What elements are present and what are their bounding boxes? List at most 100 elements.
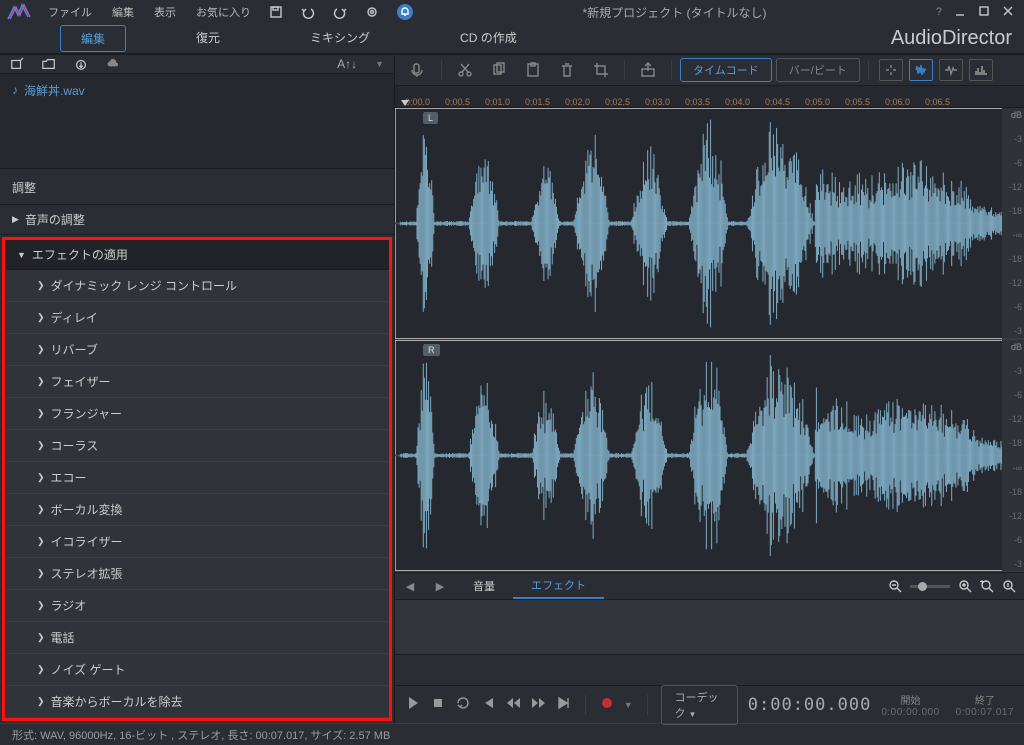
timeline-ruler[interactable]: 0:00.00:00.50:01.00:01.50:02.00:02.50:03… bbox=[395, 86, 1024, 108]
effect-item-12[interactable]: ❯ノイズ ゲート bbox=[5, 654, 389, 686]
effect-item-3[interactable]: ❯フェイザー bbox=[5, 366, 389, 398]
zoom-in-icon[interactable] bbox=[958, 579, 972, 593]
marker-tool-icon[interactable] bbox=[879, 59, 903, 81]
ruler-tick: 0:00.0 bbox=[405, 97, 445, 107]
ruler-tick: 0:06.5 bbox=[925, 97, 965, 107]
lane-effect[interactable]: エフェクト bbox=[513, 573, 604, 599]
effect-item-9[interactable]: ❯ステレオ拡張 bbox=[5, 558, 389, 590]
zoom-slider[interactable] bbox=[910, 585, 950, 588]
toggle-barbeat[interactable]: バー/ビート bbox=[776, 58, 860, 82]
section-effects-apply[interactable]: ▼ エフェクトの適用 bbox=[5, 240, 389, 270]
spectral-view-icon[interactable] bbox=[969, 59, 993, 81]
ruler-tick: 0:01.0 bbox=[485, 97, 525, 107]
help-icon[interactable]: ? bbox=[936, 6, 942, 18]
expand-icon: ❯ bbox=[37, 696, 45, 707]
toggle-timecode[interactable]: タイムコード bbox=[680, 58, 772, 82]
expand-icon: ❯ bbox=[37, 280, 45, 291]
waveform-display[interactable]: L dB-3-6-12-18-∞-18-12-6-3 R dB-3-6-12-1… bbox=[395, 108, 1024, 572]
expand-icon: ❯ bbox=[37, 376, 45, 387]
ruler-tick: 0:02.5 bbox=[605, 97, 645, 107]
effect-lane[interactable] bbox=[395, 600, 1024, 655]
go-end-icon[interactable] bbox=[557, 696, 571, 713]
maximize-icon[interactable] bbox=[978, 5, 990, 20]
track-scrollbar[interactable] bbox=[395, 655, 1024, 685]
crop-icon[interactable] bbox=[586, 56, 616, 84]
import-file-icon[interactable] bbox=[10, 57, 24, 71]
range-start-label: 開始 bbox=[881, 692, 939, 707]
minimize-icon[interactable] bbox=[954, 5, 966, 20]
effect-item-6[interactable]: ❯エコー bbox=[5, 462, 389, 494]
record-tool-icon[interactable] bbox=[403, 56, 433, 84]
codec-selector[interactable]: コーデック ▼ bbox=[661, 685, 737, 725]
effect-item-5[interactable]: ❯コーラス bbox=[5, 430, 389, 462]
zoom-v-in-icon[interactable] bbox=[1002, 579, 1016, 593]
effect-item-1[interactable]: ❯ディレイ bbox=[5, 302, 389, 334]
tab-cd[interactable]: CD の作成 bbox=[440, 25, 537, 52]
effect-item-8[interactable]: ❯イコライザー bbox=[5, 526, 389, 558]
loop-icon[interactable] bbox=[455, 695, 471, 714]
pulse-view-icon[interactable] bbox=[939, 59, 963, 81]
zoom-out-icon[interactable] bbox=[888, 579, 902, 593]
import-folder-icon[interactable] bbox=[42, 57, 56, 71]
section-voice-adjust[interactable]: ▶ 音声の調整 bbox=[0, 205, 394, 235]
effect-item-0[interactable]: ❯ダイナミック レンジ コントロール bbox=[5, 270, 389, 302]
record-icon[interactable] bbox=[600, 696, 614, 713]
delete-icon[interactable] bbox=[552, 56, 582, 84]
playhead-icon[interactable] bbox=[401, 100, 409, 106]
expand-icon: ❯ bbox=[37, 600, 45, 611]
ruler-tick: 0:02.0 bbox=[565, 97, 605, 107]
cut-icon[interactable] bbox=[450, 56, 480, 84]
time-display: 0:00:00.000 bbox=[748, 695, 872, 715]
zoom-v-out-icon[interactable] bbox=[980, 579, 994, 593]
adjust-panel-header: 調整 bbox=[0, 169, 394, 205]
go-start-icon[interactable] bbox=[481, 696, 495, 713]
close-icon[interactable] bbox=[1002, 5, 1014, 20]
effect-item-4[interactable]: ❯フランジャー bbox=[5, 398, 389, 430]
expand-icon: ❯ bbox=[37, 440, 45, 451]
ruler-tick: 0:04.0 bbox=[725, 97, 765, 107]
effect-item-13[interactable]: ❯音楽からボーカルを除去 bbox=[5, 686, 389, 718]
effect-item-11[interactable]: ❯電話 bbox=[5, 622, 389, 654]
expand-icon: ❯ bbox=[37, 632, 45, 643]
copy-icon[interactable] bbox=[484, 56, 514, 84]
expand-icon: ▶ bbox=[12, 214, 19, 225]
menu-edit[interactable]: 編集 bbox=[112, 4, 134, 20]
forward-icon[interactable] bbox=[531, 696, 547, 713]
stop-icon[interactable] bbox=[431, 696, 445, 713]
effect-item-10[interactable]: ❯ラジオ bbox=[5, 590, 389, 622]
menu-favorites[interactable]: お気に入り bbox=[196, 4, 251, 20]
tab-restore[interactable]: 復元 bbox=[176, 25, 240, 52]
notification-icon[interactable] bbox=[397, 4, 413, 20]
lane-next-icon[interactable]: ▶ bbox=[425, 580, 455, 593]
menu-file[interactable]: ファイル bbox=[48, 4, 92, 20]
audio-file-item[interactable]: ♪ 海鮮丼.wav bbox=[12, 82, 382, 99]
file-name: 海鮮丼.wav bbox=[24, 82, 85, 99]
ruler-tick: 0:03.0 bbox=[645, 97, 685, 107]
tab-mix[interactable]: ミキシング bbox=[290, 25, 390, 52]
rewind-icon[interactable] bbox=[505, 696, 521, 713]
tab-edit[interactable]: 編集 bbox=[60, 25, 126, 52]
play-icon[interactable] bbox=[405, 695, 421, 714]
effect-item-7[interactable]: ❯ボーカル変換 bbox=[5, 494, 389, 526]
cloud-icon[interactable] bbox=[106, 57, 120, 71]
effects-highlighted-box: ▼ エフェクトの適用 ❯ダイナミック レンジ コントロール❯ディレイ❯リバーブ❯… bbox=[2, 237, 392, 721]
expand-icon: ❯ bbox=[37, 312, 45, 323]
effect-item-2[interactable]: ❯リバーブ bbox=[5, 334, 389, 366]
lane-prev-icon[interactable]: ◀ bbox=[395, 580, 425, 593]
gear-icon[interactable] bbox=[365, 5, 379, 19]
menu-view[interactable]: 表示 bbox=[154, 4, 176, 20]
expand-icon: ❯ bbox=[37, 408, 45, 419]
font-sort-button[interactable]: A↑↓ bbox=[337, 57, 357, 71]
paste-icon[interactable] bbox=[518, 56, 548, 84]
save-icon[interactable] bbox=[269, 5, 283, 19]
ruler-tick: 0:00.5 bbox=[445, 97, 485, 107]
download-cloud-icon[interactable] bbox=[74, 57, 88, 71]
expand-icon: ❯ bbox=[37, 664, 45, 675]
undo-icon[interactable] bbox=[301, 5, 315, 19]
export-icon[interactable] bbox=[633, 56, 663, 84]
lane-volume[interactable]: 音量 bbox=[455, 574, 513, 598]
brand-name: AudioDirector bbox=[891, 27, 1012, 50]
redo-icon[interactable] bbox=[333, 5, 347, 19]
waveform-view-icon[interactable] bbox=[909, 59, 933, 81]
channel-right-label: R bbox=[423, 344, 440, 356]
